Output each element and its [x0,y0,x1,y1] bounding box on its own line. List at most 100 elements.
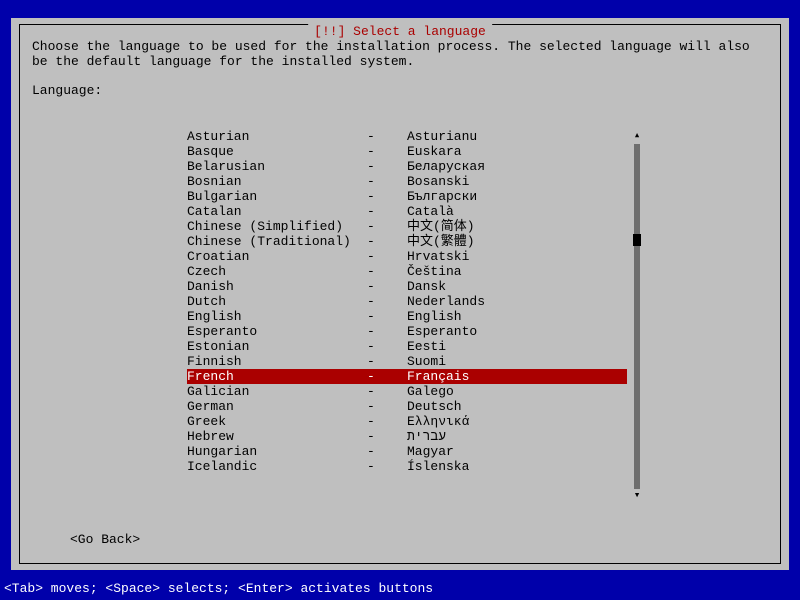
language-native: עברית [407,429,627,444]
language-english: Danish [187,279,367,294]
instruction-text: Choose the language to be used for the i… [32,39,768,69]
language-item[interactable]: Hungarian-Magyar [187,444,627,459]
language-english: Finnish [187,354,367,369]
language-native: 中文(简体) [407,219,627,234]
language-native: Asturianu [407,129,627,144]
language-item[interactable]: Chinese (Traditional)-中文(繁體) [187,234,627,249]
dialog-content: Choose the language to be used for the i… [32,39,768,551]
language-separator: - [367,174,407,189]
language-separator: - [367,204,407,219]
language-separator: - [367,444,407,459]
language-item[interactable]: Chinese (Simplified)-中文(简体) [187,219,627,234]
language-english: Czech [187,264,367,279]
language-english: Chinese (Simplified) [187,219,367,234]
scroll-thumb[interactable] [633,234,641,246]
language-separator: - [367,249,407,264]
language-separator: - [367,144,407,159]
language-item[interactable]: Catalan-Català [187,204,627,219]
language-separator: - [367,189,407,204]
language-native: Galego [407,384,627,399]
language-item[interactable]: Estonian-Eesti [187,339,627,354]
language-separator: - [367,459,407,474]
language-item[interactable]: French-Français [187,369,627,384]
language-native: Català [407,204,627,219]
language-english: Esperanto [187,324,367,339]
language-item[interactable]: Dutch-Nederlands [187,294,627,309]
language-separator: - [367,279,407,294]
language-native: Íslenska [407,459,627,474]
language-english: Icelandic [187,459,367,474]
language-english: Basque [187,144,367,159]
language-native: Čeština [407,264,627,279]
language-native: Dansk [407,279,627,294]
language-english: Hebrew [187,429,367,444]
language-english: Hungarian [187,444,367,459]
language-native: Ελληνικά [407,414,627,429]
language-native: Eesti [407,339,627,354]
language-english: Galician [187,384,367,399]
language-list[interactable]: Asturian-AsturianuBasque-EuskaraBelarusi… [187,129,627,504]
language-english: Bulgarian [187,189,367,204]
language-english: Greek [187,414,367,429]
language-item[interactable]: Greek-Ελληνικά [187,414,627,429]
language-native: 中文(繁體) [407,234,627,249]
language-separator: - [367,369,407,384]
language-english: German [187,399,367,414]
dialog-border: [!!] Select a language Choose the langua… [19,24,781,564]
scroll-track[interactable] [634,144,640,489]
language-item[interactable]: German-Deutsch [187,399,627,414]
language-item[interactable]: Esperanto-Esperanto [187,324,627,339]
language-item[interactable]: Hebrew-עברית [187,429,627,444]
language-english: Croatian [187,249,367,264]
language-native: Hrvatski [407,249,627,264]
scrollbar[interactable]: ▴▾ [633,129,641,504]
language-separator: - [367,234,407,249]
language-separator: - [367,324,407,339]
go-back-button[interactable]: <Go Back> [70,532,140,547]
language-native: Magyar [407,444,627,459]
language-english: Estonian [187,339,367,354]
language-english: Chinese (Traditional) [187,234,367,249]
dialog-title: [!!] Select a language [308,24,492,39]
language-native: Nederlands [407,294,627,309]
language-separator: - [367,339,407,354]
language-item[interactable]: Asturian-Asturianu [187,129,627,144]
language-item[interactable]: Finnish-Suomi [187,354,627,369]
language-item[interactable]: English-English [187,309,627,324]
dialog: [!!] Select a language Choose the langua… [11,18,789,570]
language-item[interactable]: Bosnian-Bosanski [187,174,627,189]
language-english: French [187,369,367,384]
language-english: Asturian [187,129,367,144]
language-separator: - [367,399,407,414]
scroll-up-icon[interactable]: ▴ [634,129,641,144]
scroll-down-icon[interactable]: ▾ [634,489,641,504]
statusbar: <Tab> moves; <Space> selects; <Enter> ac… [0,581,433,596]
language-item[interactable]: Galician-Galego [187,384,627,399]
language-item[interactable]: Basque-Euskara [187,144,627,159]
language-item[interactable]: Belarusian-Беларуская [187,159,627,174]
language-native: Français [407,369,627,384]
language-native: Euskara [407,144,627,159]
language-separator: - [367,219,407,234]
language-item[interactable]: Danish-Dansk [187,279,627,294]
language-separator: - [367,309,407,324]
language-native: English [407,309,627,324]
language-item[interactable]: Bulgarian-Български [187,189,627,204]
language-english: Dutch [187,294,367,309]
language-native: Bosanski [407,174,627,189]
language-native: Deutsch [407,399,627,414]
language-english: Catalan [187,204,367,219]
language-native: Беларуская [407,159,627,174]
language-native: Esperanto [407,324,627,339]
language-separator: - [367,354,407,369]
language-item[interactable]: Croatian-Hrvatski [187,249,627,264]
language-item[interactable]: Czech-Čeština [187,264,627,279]
language-item[interactable]: Icelandic-Íslenska [187,459,627,474]
language-separator: - [367,264,407,279]
language-native: Suomi [407,354,627,369]
language-separator: - [367,159,407,174]
language-english: Belarusian [187,159,367,174]
language-label: Language: [32,83,768,98]
language-english: English [187,309,367,324]
language-separator: - [367,429,407,444]
